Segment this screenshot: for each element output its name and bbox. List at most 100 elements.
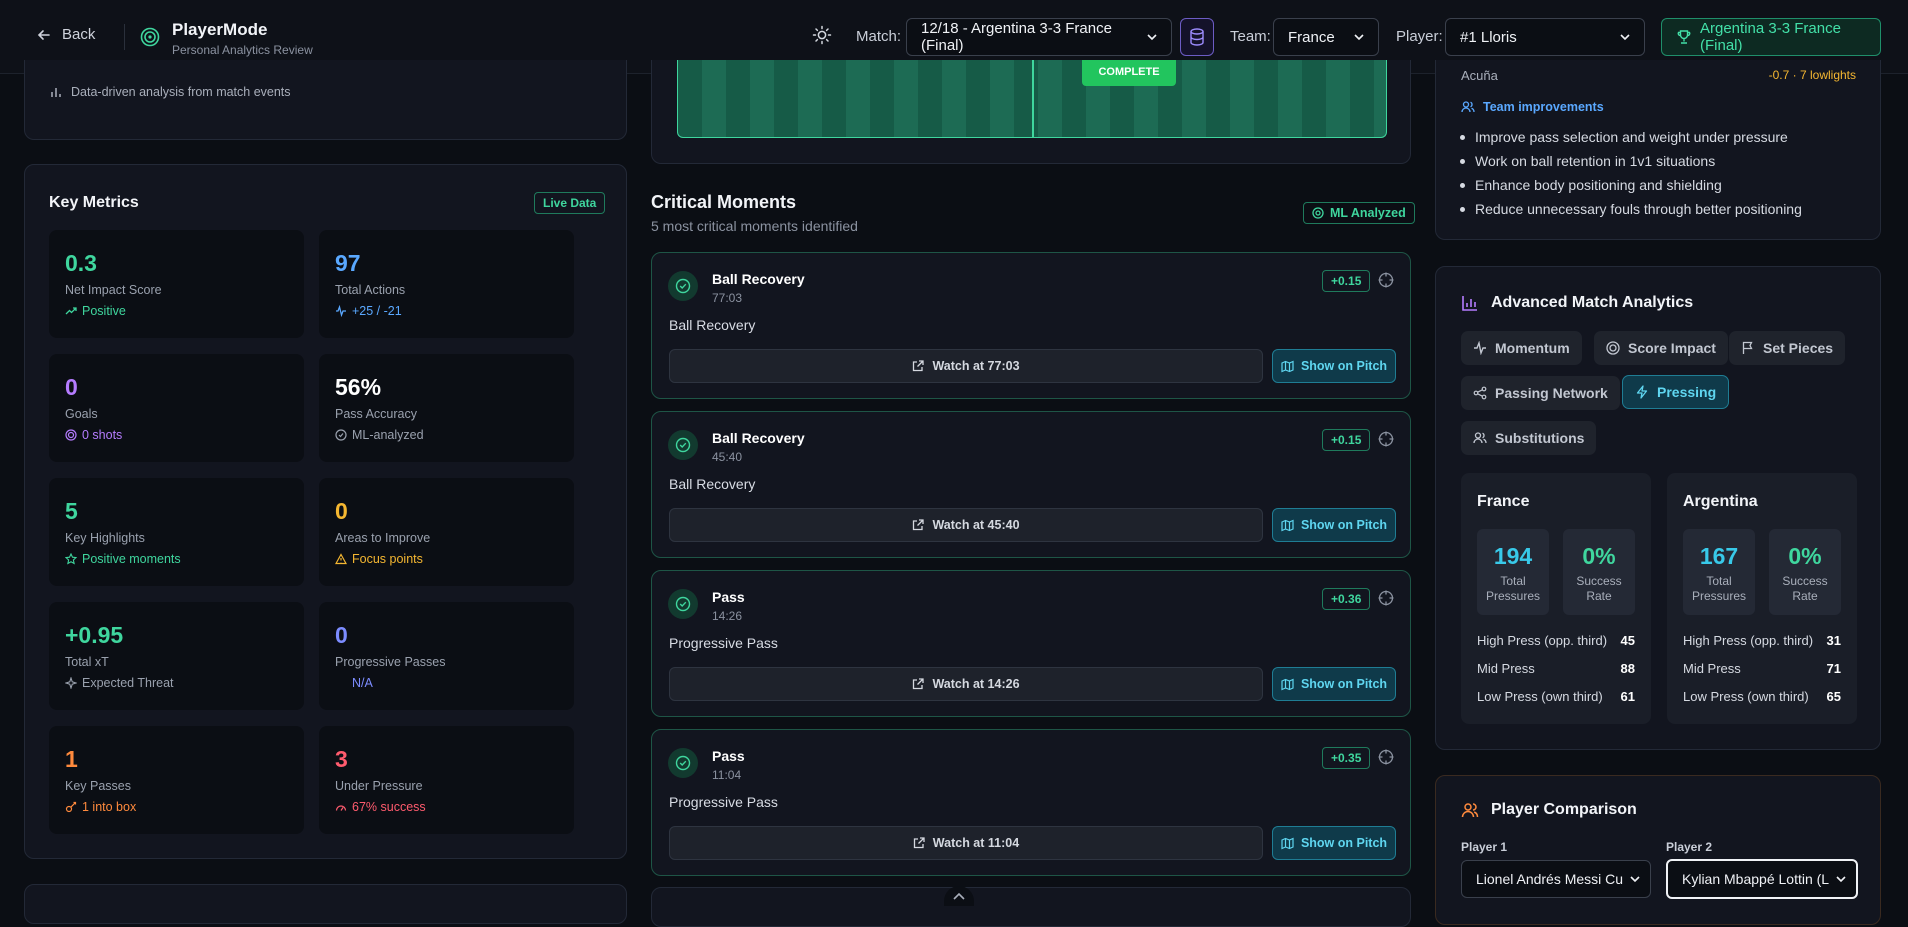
list-item: Reduce unnecessary fouls through better …	[1460, 197, 1802, 221]
team-select[interactable]: France	[1273, 18, 1379, 56]
pitch-view[interactable]: COMPLETE	[677, 60, 1387, 138]
player2-label: Player 2	[1666, 840, 1713, 854]
acuna-stat: -0.7 · 7 lowlights	[1768, 68, 1856, 82]
activity-icon	[1473, 341, 1487, 355]
live-data-badge: Live Data	[534, 192, 606, 214]
press-row-label: Low Press (own third)	[1683, 689, 1809, 704]
watch-button[interactable]: Watch at 77:03	[669, 349, 1263, 383]
tab-passing-network[interactable]: Passing Network	[1461, 376, 1620, 410]
player2-select[interactable]: Kylian Mbappé Lottin (L	[1666, 859, 1858, 899]
tab-substitutions[interactable]: Substitutions	[1461, 421, 1597, 455]
metric-label: Pass Accuracy	[335, 407, 417, 421]
moment-card-5[interactable]	[651, 887, 1411, 927]
back-button[interactable]: Back	[36, 26, 95, 43]
show-on-pitch-button[interactable]: Show on Pitch	[1272, 667, 1396, 701]
metric-tile: 56% Pass Accuracy ML-analyzed	[319, 354, 574, 462]
theme-toggle-sun-icon[interactable]	[812, 25, 832, 45]
moment-description: Ball Recovery	[669, 476, 756, 492]
flag-icon	[1741, 341, 1755, 355]
external-link-icon	[913, 837, 925, 849]
moment-card[interactable]: Pass 14:26 Progressive Pass +0.36 Watch …	[651, 570, 1411, 717]
metric-sub-icon	[335, 553, 347, 565]
metric-sub-icon	[65, 553, 77, 565]
team-label: Team:	[1230, 28, 1271, 45]
crosshair-icon[interactable]	[1378, 749, 1394, 765]
watch-button[interactable]: Watch at 45:40	[669, 508, 1263, 542]
tab-set-pieces[interactable]: Set Pieces	[1729, 331, 1846, 365]
press-row-value: 31	[1826, 633, 1841, 648]
team-pressing-panel: Argentina 167 Total Pressures 0% Success R…	[1667, 473, 1857, 724]
metric-tile: 0 Progressive Passes N/A	[319, 602, 574, 710]
moment-card[interactable]: Ball Recovery 45:40 Ball Recovery +0.15 …	[651, 411, 1411, 558]
moment-card[interactable]: Ball Recovery 77:03 Ball Recovery +0.15 …	[651, 252, 1411, 399]
watch-label: Watch at 45:40	[932, 518, 1020, 532]
external-link-icon	[912, 519, 925, 531]
metric-tile: 0 Areas to Improve Focus points	[319, 478, 574, 586]
match-select[interactable]: 12/18 - Argentina 3-3 France (Final)	[906, 18, 1172, 56]
press-row-label: High Press (opp. third)	[1683, 633, 1814, 648]
total-pressures-label: Total Pressures	[1691, 574, 1747, 603]
metric-tile: 3 Under Pressure 67% success	[319, 726, 574, 834]
metric-sub: Focus points	[352, 552, 423, 566]
match-pill[interactable]: Argentina 3-3 France (Final)	[1661, 18, 1881, 56]
metric-value: 56%	[335, 374, 382, 400]
press-row-value: 88	[1620, 661, 1635, 676]
tab-pressing[interactable]: Pressing	[1622, 375, 1730, 409]
metric-sub: ML-analyzed	[352, 428, 424, 442]
watch-button[interactable]: Watch at 11:04	[669, 826, 1263, 860]
metric-tile: 0 Goals 0 shots	[49, 354, 304, 462]
database-button[interactable]	[1180, 18, 1214, 56]
tab-momentum[interactable]: Momentum	[1461, 331, 1582, 365]
show-on-pitch-button[interactable]: Show on Pitch	[1272, 508, 1396, 542]
tab-label: Substitutions	[1495, 430, 1585, 446]
metric-sub: Positive	[82, 304, 126, 318]
metric-label: Total xT	[65, 655, 109, 669]
metric-label: Under Pressure	[335, 779, 423, 793]
player1-select[interactable]: Lionel Andrés Messi Cu	[1461, 860, 1651, 898]
map-icon	[1281, 360, 1294, 373]
moment-title: Ball Recovery	[712, 271, 805, 287]
chevron-down-icon	[1620, 32, 1630, 42]
share-network-icon	[1473, 386, 1487, 400]
data-note: Data-driven analysis from match events	[71, 85, 291, 99]
show-on-pitch-button[interactable]: Show on Pitch	[1272, 349, 1396, 383]
app-title: PlayerMode	[172, 20, 268, 39]
target-icon	[1312, 207, 1324, 219]
metric-label: Key Passes	[65, 779, 132, 793]
moment-description: Progressive Pass	[669, 635, 778, 651]
press-row: High Press (opp. third) 31	[1683, 633, 1841, 648]
chevron-down-icon	[1354, 32, 1364, 42]
moment-title: Ball Recovery	[712, 430, 805, 446]
player-select[interactable]: #1 Lloris	[1445, 18, 1645, 56]
success-rate-value: 0%	[1582, 543, 1616, 569]
tab-score-impact[interactable]: Score Impact	[1594, 331, 1728, 365]
ml-analyzed-badge: ML Analyzed	[1303, 202, 1415, 224]
metric-label: Goals	[65, 407, 98, 421]
player-select-value: #1 Lloris	[1460, 28, 1517, 46]
team-name: France	[1477, 493, 1530, 510]
metric-value: 0	[335, 498, 348, 524]
player2-select-value: Kylian Mbappé Lottin (L	[1682, 871, 1830, 887]
critical-moments-title: Critical Moments	[651, 192, 797, 212]
metric-value: 3	[335, 746, 348, 772]
moment-card[interactable]: Pass 11:04 Progressive Pass +0.35 Watch …	[651, 729, 1411, 876]
crosshair-icon[interactable]	[1378, 272, 1394, 288]
key-metrics-card: Key Metrics Live Data 0.3 Net Impact Sco…	[24, 164, 627, 859]
moment-score: +0.15	[1322, 429, 1371, 451]
watch-button[interactable]: Watch at 14:26	[669, 667, 1263, 701]
divider	[124, 24, 125, 50]
show-on-pitch-button[interactable]: Show on Pitch	[1272, 826, 1396, 860]
map-icon	[1281, 519, 1294, 532]
moment-score: +0.35	[1322, 747, 1371, 769]
match-label: Match:	[856, 28, 902, 45]
moment-title: Pass	[712, 748, 745, 764]
player1-select-value: Lionel Andrés Messi Cu	[1476, 871, 1624, 887]
player-comparison-card: Player Comparison Player 1 Player 2 Lion…	[1435, 775, 1881, 925]
crosshair-icon[interactable]	[1378, 590, 1394, 606]
bar-chart-icon	[50, 86, 62, 98]
crosshair-icon[interactable]	[1378, 431, 1394, 447]
metric-sub: 67% success	[352, 800, 426, 814]
external-link-icon	[912, 360, 925, 372]
press-row-label: Mid Press	[1683, 661, 1741, 676]
moment-time: 45:40	[712, 450, 743, 464]
